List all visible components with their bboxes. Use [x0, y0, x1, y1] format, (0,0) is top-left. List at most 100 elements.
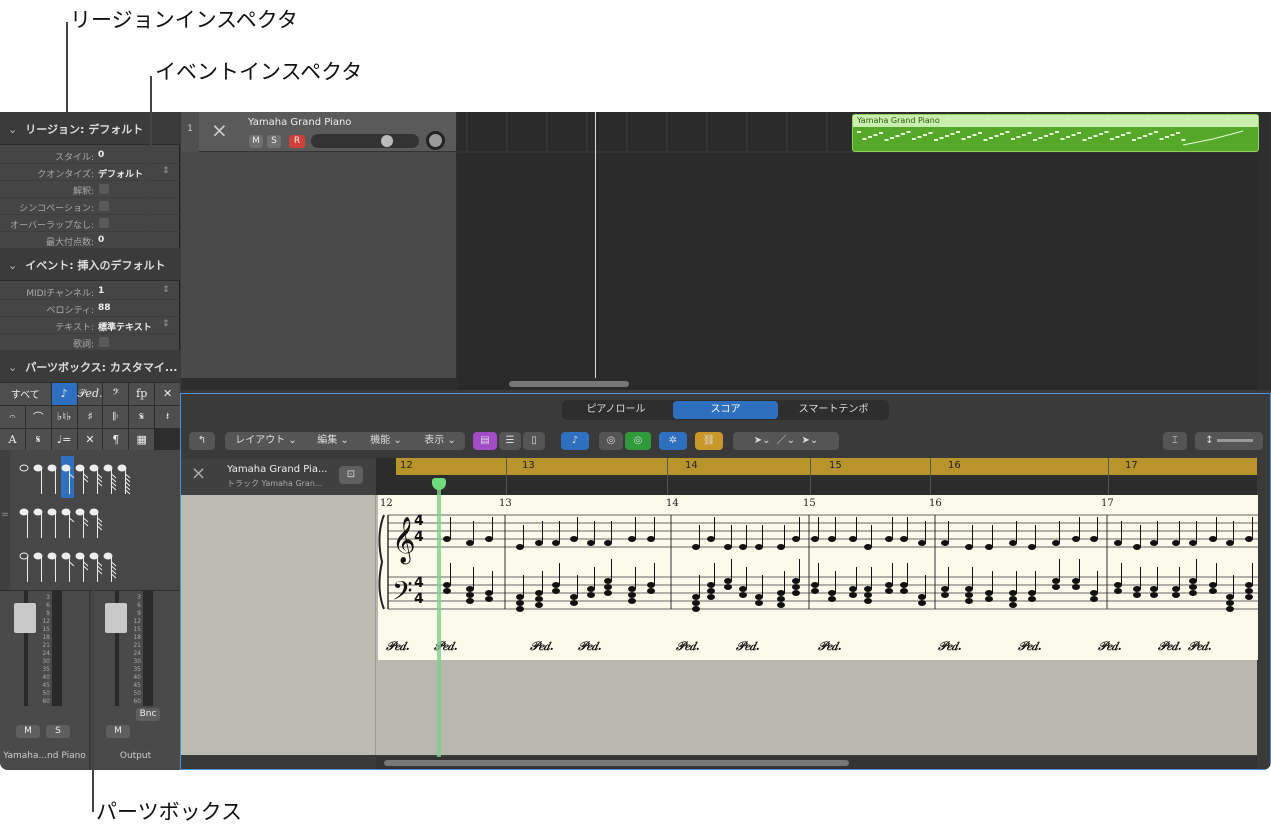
palette-note[interactable]	[47, 552, 57, 582]
tab-smart-tempo[interactable]: スマートテンポ	[781, 401, 886, 419]
region-inspector-header[interactable]: ⌄ リージョン: デフォルト	[0, 112, 180, 145]
stepper-icon[interactable]: ⇕	[162, 166, 170, 176]
horizontal-scrollbar[interactable]	[376, 757, 1257, 769]
link-icon[interactable]: ⛓	[695, 432, 723, 450]
snap-button[interactable]: ✲	[659, 432, 687, 450]
row-value[interactable]: デフォルト	[98, 167, 143, 180]
stepper-icon[interactable]: ⇕	[162, 285, 170, 295]
parts-group[interactable]: ▦	[129, 429, 155, 450]
midi-in-button[interactable]: ♪	[561, 432, 589, 450]
pan-knob[interactable]	[426, 131, 445, 150]
note-head	[828, 590, 836, 596]
midi-region[interactable]: Yamaha Grand Piano	[852, 114, 1259, 152]
note-palette[interactable]	[10, 450, 180, 590]
score-track-header[interactable]: ⨯ Yamaha Grand Pia... トラック Yamaha Gran..…	[181, 458, 376, 495]
tool-menus[interactable]: ➤⌄ ／⌄ ➤⌄	[733, 432, 839, 450]
palette-note[interactable]	[75, 552, 89, 582]
volume-fader[interactable]	[105, 603, 127, 633]
volume-fader[interactable]	[14, 603, 36, 633]
parts-group[interactable]: 𝄐	[0, 405, 25, 429]
collapse-button[interactable]: ⊡	[339, 466, 363, 484]
palette-note[interactable]	[19, 552, 29, 582]
checkbox[interactable]	[99, 218, 109, 228]
partsbox-header[interactable]: ⌄ パーツボックス: カスタマイ...	[0, 350, 180, 383]
parts-group[interactable]: 𝄆	[103, 405, 129, 429]
note-head	[792, 590, 800, 596]
row-value[interactable]: 標準テキスト	[98, 320, 152, 333]
mute-button[interactable]: M	[249, 135, 263, 148]
row-value[interactable]: 0	[98, 235, 104, 245]
linear-view-button[interactable]: ▤	[473, 432, 497, 450]
palette-note[interactable]	[47, 508, 57, 538]
parts-group[interactable]: fp	[129, 383, 155, 405]
playhead[interactable]	[595, 112, 596, 378]
checkbox[interactable]	[99, 337, 109, 347]
solo-button[interactable]: S	[46, 725, 70, 738]
bounce-button[interactable]: Bnc	[136, 708, 160, 721]
parts-group[interactable]: ♪	[51, 383, 77, 405]
parts-group[interactable]: 𝄋	[129, 405, 155, 429]
event-inspector-header[interactable]: ⌄ イベント: 挿入のデフォルト	[0, 248, 180, 281]
palette-note[interactable]	[47, 464, 57, 494]
palette-note[interactable]	[89, 552, 103, 582]
mute-button[interactable]: M	[16, 725, 40, 738]
checkbox[interactable]	[99, 184, 109, 194]
score-editor: ピアノロール スコア スマートテンポ ↰ レイアウト ⌄ 編集 ⌄ 機能 ⌄ 表…	[180, 393, 1271, 770]
parts-group[interactable]: ♯	[77, 405, 103, 429]
menu-edit[interactable]: 編集 ⌄	[309, 432, 357, 450]
ruler[interactable]: 12 13 14 15 16 17	[376, 458, 1257, 495]
menu-functions[interactable]: 機能 ⌄	[361, 432, 411, 450]
row-value[interactable]: 0	[98, 150, 104, 160]
record-button[interactable]: R	[289, 135, 305, 148]
parts-group[interactable]: ⌒	[25, 405, 51, 429]
row-value[interactable]: 88	[98, 303, 111, 313]
palette-note[interactable]	[75, 508, 89, 538]
tab-piano-roll[interactable]: ピアノロール	[566, 401, 666, 419]
palette-note[interactable]	[33, 508, 43, 538]
playhead[interactable]	[437, 483, 441, 759]
palette-handle[interactable]: =	[0, 450, 10, 590]
menu-view[interactable]: 表示 ⌄	[415, 432, 465, 450]
parts-group[interactable]: A	[0, 429, 25, 450]
catch-button[interactable]: ◎	[599, 432, 623, 450]
palette-note[interactable]	[19, 508, 29, 538]
parts-group[interactable]: 𝄽	[155, 405, 180, 429]
palette-note[interactable]	[89, 464, 103, 494]
palette-note[interactable]	[61, 552, 75, 582]
parts-group[interactable]: 𝄋	[25, 429, 51, 450]
tab-score[interactable]: スコア	[673, 401, 778, 419]
parts-group[interactable]: ✕	[155, 383, 180, 405]
horizontal-scrollbar[interactable]	[457, 378, 1258, 390]
wrapped-view-button[interactable]: ☰	[499, 432, 521, 450]
parts-group[interactable]: ¶	[103, 429, 129, 450]
checkbox[interactable]	[99, 201, 109, 211]
link-filter-button[interactable]: ◎	[625, 432, 651, 450]
palette-note[interactable]	[33, 552, 43, 582]
parts-group[interactable]: すべて	[0, 383, 51, 405]
parts-group[interactable]: 𝒫𝑒𝑑.	[77, 383, 103, 405]
palette-note[interactable]	[103, 552, 117, 582]
parts-group[interactable]: ♭♮♭	[51, 405, 77, 429]
row-label: 解釈:	[72, 187, 94, 197]
menu-layout[interactable]: レイアウト ⌄	[225, 432, 307, 450]
row-value[interactable]: 1	[98, 286, 104, 296]
output-mute-button[interactable]: M	[106, 725, 130, 738]
palette-note[interactable]	[89, 508, 103, 538]
fit-button[interactable]: ⌶	[1163, 432, 1187, 450]
palette-note[interactable]	[117, 464, 131, 495]
zoom-slider[interactable]: ↕	[1195, 432, 1263, 450]
parts-group[interactable]: 𝄢	[103, 383, 129, 405]
page-view-button[interactable]: ▯	[523, 432, 545, 450]
palette-note[interactable]	[33, 464, 43, 494]
solo-button[interactable]: S	[267, 135, 281, 148]
stepper-icon[interactable]: ⇕	[162, 319, 170, 329]
parts-group[interactable]: ♩=	[51, 429, 77, 450]
palette-note[interactable]	[19, 464, 29, 472]
palette-note[interactable]	[103, 464, 117, 494]
palette-note[interactable]	[75, 464, 89, 494]
up-arrow-button[interactable]: ↰	[189, 432, 215, 450]
track-header[interactable]: 1 ⨯ Yamaha Grand Piano M S R	[181, 112, 456, 152]
parts-group[interactable]: ✕	[77, 429, 103, 450]
palette-note[interactable]	[61, 508, 75, 538]
volume-slider[interactable]	[311, 134, 419, 148]
